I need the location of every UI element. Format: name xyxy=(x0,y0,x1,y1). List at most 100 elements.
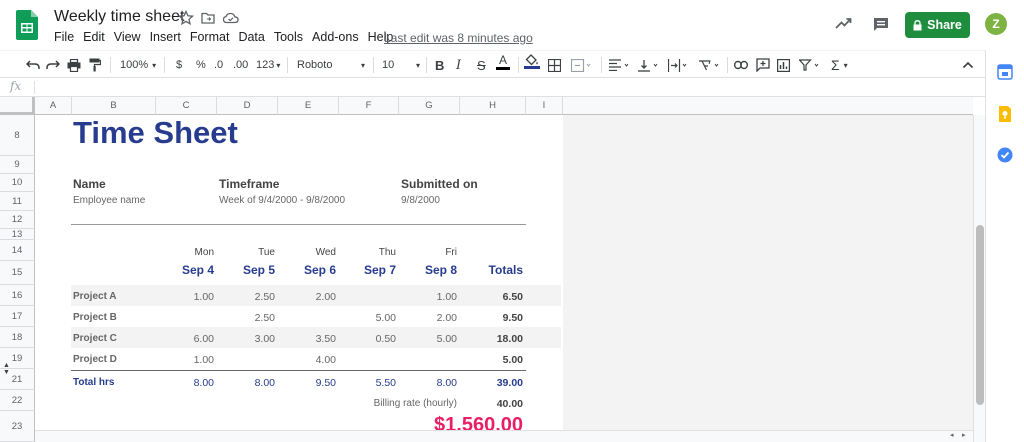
tasks-icon[interactable] xyxy=(997,147,1013,168)
insert-comment-icon[interactable] xyxy=(756,56,770,74)
column-header-f[interactable]: F xyxy=(339,97,399,115)
bold-button[interactable]: B xyxy=(435,56,444,74)
date-label-wed[interactable]: Sep 6 xyxy=(278,263,336,277)
date-label-mon[interactable]: Sep 4 xyxy=(156,263,214,277)
format-percent-button[interactable]: % xyxy=(196,56,206,74)
submitted-value[interactable]: 9/8/2000 xyxy=(401,195,440,206)
keep-icon[interactable] xyxy=(998,105,1012,128)
filter-icon[interactable] xyxy=(799,56,821,74)
billing-rate-label[interactable]: Billing rate (hourly) xyxy=(338,398,457,409)
user-avatar[interactable]: Z xyxy=(985,13,1007,35)
column-header-e[interactable]: E xyxy=(278,97,339,115)
row-header-11[interactable]: 11 xyxy=(0,192,35,211)
font-size-select[interactable]: 10 ▾ xyxy=(382,56,420,74)
paint-format-icon[interactable] xyxy=(89,56,101,74)
zoom-select[interactable]: 100% ▾ xyxy=(120,56,156,74)
decrease-decimal-button[interactable]: .0 xyxy=(214,56,223,74)
day-label-thu[interactable]: Thu xyxy=(338,247,396,258)
hours-cell[interactable]: 6.00 xyxy=(156,333,214,345)
format-currency-button[interactable]: $ xyxy=(176,56,182,74)
column-header-c[interactable]: C xyxy=(156,97,217,115)
calendar-icon[interactable] xyxy=(997,64,1013,85)
row-header-8[interactable]: 8 xyxy=(0,115,35,156)
timeframe-label[interactable]: Timeframe xyxy=(219,177,279,191)
cloud-saved-icon[interactable] xyxy=(222,10,240,28)
row-header-10[interactable]: 10 xyxy=(0,174,35,192)
activity-trend-icon[interactable] xyxy=(835,16,853,34)
row-header-13[interactable]: 13 xyxy=(0,229,35,240)
day-label-tue[interactable]: Tue xyxy=(217,247,275,258)
total-hrs-sum[interactable]: 39.00 xyxy=(460,377,523,389)
row-header-9[interactable]: 9 xyxy=(0,156,35,174)
hours-cell[interactable]: 4.00 xyxy=(278,354,336,366)
move-to-folder-icon[interactable] xyxy=(200,10,218,28)
strikethrough-button[interactable]: S xyxy=(477,56,486,74)
billing-rate-value[interactable]: 40.00 xyxy=(460,398,523,410)
column-header-d[interactable]: D xyxy=(217,97,278,115)
share-button[interactable]: Share xyxy=(905,12,970,38)
menu-insert[interactable]: Insert xyxy=(150,30,181,48)
hours-cell[interactable]: 5.00 xyxy=(338,312,396,324)
star-icon[interactable] xyxy=(177,9,196,28)
menu-file[interactable]: File xyxy=(54,30,74,48)
total-hrs-cell[interactable]: 9.50 xyxy=(278,377,336,389)
submitted-label[interactable]: Submitted on xyxy=(401,177,478,191)
total-hrs-label[interactable]: Total hrs xyxy=(73,377,114,388)
hours-cell[interactable]: 5.00 xyxy=(399,333,457,345)
select-all-corner[interactable] xyxy=(0,97,35,115)
day-label-mon[interactable]: Mon xyxy=(156,247,214,258)
increase-decimal-button[interactable]: .00 xyxy=(233,56,248,74)
menu-edit[interactable]: Edit xyxy=(83,30,105,48)
date-label-tue[interactable]: Sep 5 xyxy=(217,263,275,277)
text-color-button[interactable]: A xyxy=(496,54,510,72)
total-hrs-cell[interactable]: 8.00 xyxy=(399,377,457,389)
name-label[interactable]: Name xyxy=(73,177,106,191)
hidden-row-arrows-icon[interactable]: ▲ ▼ xyxy=(3,362,10,376)
project-total[interactable]: 9.50 xyxy=(460,312,523,324)
hours-cell[interactable]: 1.00 xyxy=(399,291,457,303)
total-hrs-cell[interactable]: 5.50 xyxy=(338,377,396,389)
column-header-h[interactable]: H xyxy=(460,97,526,115)
italic-button[interactable]: I xyxy=(456,56,461,74)
total-hrs-cell[interactable]: 8.00 xyxy=(156,377,214,389)
hours-cell[interactable]: 2.00 xyxy=(278,291,336,303)
font-family-select[interactable]: Roboto ▾ xyxy=(297,56,365,74)
project-total[interactable]: 5.00 xyxy=(460,354,523,366)
project-name[interactable]: Project D xyxy=(73,354,117,365)
document-title[interactable]: Weekly time sheet xyxy=(54,8,184,26)
scrollbar-thumb[interactable] xyxy=(976,225,984,405)
vertical-scrollbar[interactable] xyxy=(973,115,985,442)
menu-data[interactable]: Data xyxy=(238,30,264,48)
row-header-16[interactable]: 16 xyxy=(0,285,35,306)
horizontal-align-icon[interactable] xyxy=(609,56,631,74)
row-header-18[interactable]: 18 xyxy=(0,327,35,348)
project-name[interactable]: Project B xyxy=(73,312,117,323)
hours-cell[interactable]: 3.50 xyxy=(278,333,336,345)
project-name[interactable]: Project A xyxy=(73,291,117,302)
sheets-logo-icon[interactable] xyxy=(16,10,38,40)
column-header-g[interactable]: G xyxy=(399,97,460,115)
last-edit-link[interactable]: Last edit was 8 minutes ago xyxy=(384,31,533,45)
hours-cell[interactable]: 2.50 xyxy=(217,291,275,303)
hours-cell[interactable]: 2.50 xyxy=(217,312,275,324)
column-header-b[interactable]: B xyxy=(72,97,156,115)
insert-link-icon[interactable] xyxy=(734,56,748,74)
hours-cell[interactable]: 0.50 xyxy=(338,333,396,345)
hours-cell[interactable]: 2.00 xyxy=(399,312,457,324)
print-icon[interactable] xyxy=(67,56,81,74)
row-header-12[interactable]: 12 xyxy=(0,211,35,229)
text-rotation-icon[interactable] xyxy=(698,56,722,74)
row-header-17[interactable]: 17 xyxy=(0,306,35,327)
column-header-a[interactable]: A xyxy=(35,97,72,115)
comments-icon[interactable] xyxy=(872,16,890,34)
day-label-fri[interactable]: Fri xyxy=(399,247,457,258)
collapse-menus-icon[interactable] xyxy=(962,56,974,74)
row-header-23[interactable]: 23 xyxy=(0,411,35,442)
date-label-fri[interactable]: Sep 8 xyxy=(399,263,457,277)
project-total[interactable]: 18.00 xyxy=(460,333,523,345)
merge-cells-icon[interactable] xyxy=(571,56,591,74)
vertical-align-icon[interactable] xyxy=(638,56,660,74)
project-name[interactable]: Project C xyxy=(73,333,117,344)
row-header-14[interactable]: 14 xyxy=(0,240,35,261)
more-formats-button[interactable]: 123 ▾ xyxy=(256,56,280,74)
